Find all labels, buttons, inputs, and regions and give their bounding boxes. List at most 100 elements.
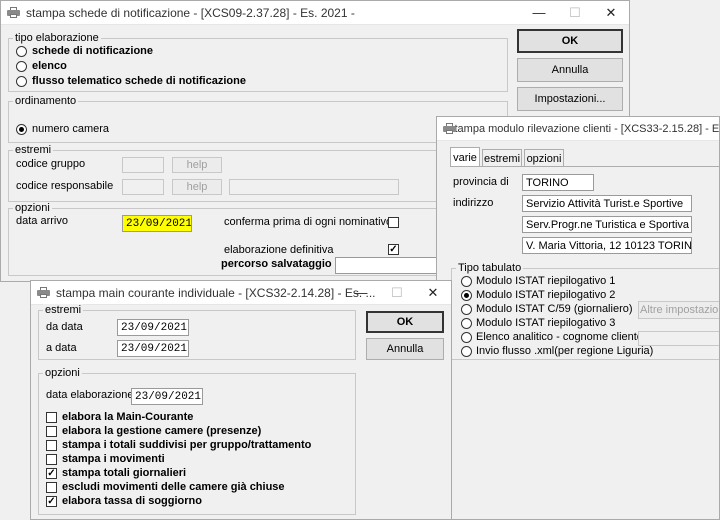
check-label: stampa i movimenti (62, 453, 165, 465)
group-title: tipo elaborazione (13, 32, 101, 44)
codice-responsabile-input[interactable] (122, 179, 164, 195)
group-tipo-tabulato: Tipo tabulato Modulo ISTAT riepilogativo… (451, 262, 719, 360)
printer-icon (37, 287, 50, 298)
a-data-input[interactable]: 23/09/2021 (117, 340, 189, 357)
radio-numero-camera[interactable] (16, 124, 27, 135)
data-arrivo-label: data arrivo (16, 215, 68, 227)
maximize-icon[interactable]: ☐ (379, 281, 415, 304)
impostazioni-button[interactable]: Impostazioni... (517, 87, 623, 111)
radio-schede[interactable] (16, 46, 27, 57)
tab-estremi[interactable]: estremi (482, 149, 522, 167)
maximize-icon[interactable]: ☐ (557, 1, 593, 24)
group-title: ordinamento (13, 95, 79, 107)
percorso-input[interactable] (335, 257, 445, 274)
codice-gruppo-input[interactable] (122, 157, 164, 173)
tab-varie[interactable]: varie (450, 147, 480, 167)
radio-label: Modulo ISTAT riepilogativo 1 (476, 275, 616, 287)
ok-button[interactable]: OK (517, 29, 623, 53)
conferma-checkbox[interactable] (388, 217, 399, 228)
radio-label: Elenco analitico - cognome cliente (476, 331, 643, 343)
radio-label: Modulo ISTAT riepilogativo 2 (476, 289, 616, 301)
group-opzioni: opzioni data arrivo 23/09/2021 conferma … (8, 202, 508, 276)
minimize-icon[interactable]: — (343, 281, 379, 304)
group-opzioni: opzioni data elaborazione 23/09/2021 ela… (38, 367, 356, 515)
window-title: stampa modulo rilevazione clienti - [XCS… (449, 122, 720, 135)
check-totali-gruppo[interactable] (46, 440, 57, 451)
provincia-label: provincia di (453, 176, 509, 188)
check-totali-giornalieri[interactable]: ✓ (46, 468, 57, 479)
elaborazione-definitiva-label: elaborazione definitiva (224, 244, 334, 256)
window-title: stampa schede di notificazione - [XCS09-… (26, 5, 355, 20)
conferma-label: conferma prima di ogni nominativo (224, 216, 393, 228)
window-main-courante: stampa main courante individuale - [XCS3… (30, 280, 452, 520)
group-title: Tipo tabulato (456, 262, 524, 274)
provincia-input[interactable]: TORINO (522, 174, 594, 191)
help-button-gruppo[interactable]: help (172, 157, 222, 173)
close-icon[interactable]: ✕ (593, 1, 629, 24)
check-gestione-camere[interactable] (46, 426, 57, 437)
elaborazione-definitiva-checkbox[interactable]: ✓ (388, 244, 399, 255)
indirizzo-label: indirizzo (453, 197, 494, 209)
indirizzo-line-1[interactable]: Servizio Attività Turist.e Sportive (522, 195, 692, 212)
check-label: elabora tassa di soggiorno (62, 495, 202, 507)
codice-responsabile-label: codice responsabile (16, 180, 114, 192)
printer-icon (7, 7, 20, 18)
radio-label: Invio flusso .xml(per regione Liguria) (476, 345, 654, 357)
help-button-responsabile[interactable]: help (172, 179, 222, 195)
indirizzo-line-2[interactable]: Serv.Progr.ne Turistica e Sportiva (522, 216, 692, 233)
group-title: estremi (13, 144, 54, 156)
da-data-label: da data (46, 321, 83, 333)
minimize-icon[interactable]: — (521, 1, 557, 24)
tab-opzioni[interactable]: opzioni (524, 149, 564, 167)
radio-label: schede di notificazione (32, 45, 154, 57)
radio-option[interactable] (461, 290, 472, 301)
da-data-input[interactable]: 23/09/2021 (117, 319, 189, 336)
data-elaborazione-input[interactable]: 23/09/2021 (131, 388, 203, 405)
radio-option[interactable] (461, 276, 472, 287)
radio-option[interactable] (461, 304, 472, 315)
check-label: stampa totali giornalieri (62, 467, 187, 479)
a-data-label: a data (46, 342, 77, 354)
check-movimenti[interactable] (46, 454, 57, 465)
group-title: estremi (43, 304, 84, 316)
percorso-label: percorso salvataggio (221, 258, 332, 270)
check-tassa-soggiorno[interactable]: ✓ (46, 496, 57, 507)
tab-divider (450, 166, 719, 167)
data-elaborazione-label: data elaborazione (46, 389, 134, 401)
radio-flusso[interactable] (16, 76, 27, 87)
altre-impostazioni-button[interactable]: Altre impostazioni... (638, 301, 719, 319)
radio-label: Modulo ISTAT riepilogativo 3 (476, 317, 616, 329)
close-icon[interactable]: ✕ (415, 281, 451, 304)
radio-label: flusso telematico schede di notificazion… (32, 75, 246, 87)
title-bar[interactable]: stampa schede di notificazione - [XCS09-… (1, 1, 629, 25)
title-bar[interactable]: stampa main courante individuale - [XCS3… (31, 281, 451, 305)
elenco-analitico-field (638, 331, 719, 346)
radio-elenco[interactable] (16, 61, 27, 72)
group-title: opzioni (43, 367, 82, 379)
check-escludi-movimenti[interactable] (46, 482, 57, 493)
indirizzo-line-3[interactable]: V. Maria Vittoria, 12 10123 TORINO (522, 237, 692, 254)
annulla-button[interactable]: Annulla (366, 338, 444, 360)
data-arrivo-input[interactable]: 23/09/2021 (122, 215, 192, 232)
radio-label: Modulo ISTAT C/59 (giornaliero) (476, 303, 633, 315)
check-label: elabora la gestione camere (presenze) (62, 425, 262, 437)
check-label: escludi movimenti delle camere già chius… (62, 481, 285, 493)
check-label: stampa i totali suddivisi per gruppo/tra… (62, 439, 312, 451)
group-estremi: estremi da data 23/09/2021 a data 23/09/… (38, 304, 356, 360)
codice-gruppo-label: codice gruppo (16, 158, 86, 170)
radio-option[interactable] (461, 332, 472, 343)
check-main-courante[interactable] (46, 412, 57, 423)
check-label: elabora la Main-Courante (62, 411, 194, 423)
window-modulo-rilevazione: stampa modulo rilevazione clienti - [XCS… (436, 116, 720, 520)
group-tipo-elaborazione: tipo elaborazione schede di notificazion… (8, 32, 508, 92)
ok-button[interactable]: OK (366, 311, 444, 333)
group-ordinamento: ordinamento numero camera (8, 95, 508, 143)
title-bar[interactable]: stampa modulo rilevazione clienti - [XCS… (437, 117, 719, 141)
radio-label: numero camera (32, 123, 110, 135)
annulla-button[interactable]: Annulla (517, 58, 623, 82)
radio-option[interactable] (461, 346, 472, 357)
radio-label: elenco (32, 60, 67, 72)
window-title: stampa main courante individuale - [XCS3… (56, 285, 376, 300)
group-estremi: estremi codice gruppo help codice respon… (8, 144, 508, 202)
radio-option[interactable] (461, 318, 472, 329)
